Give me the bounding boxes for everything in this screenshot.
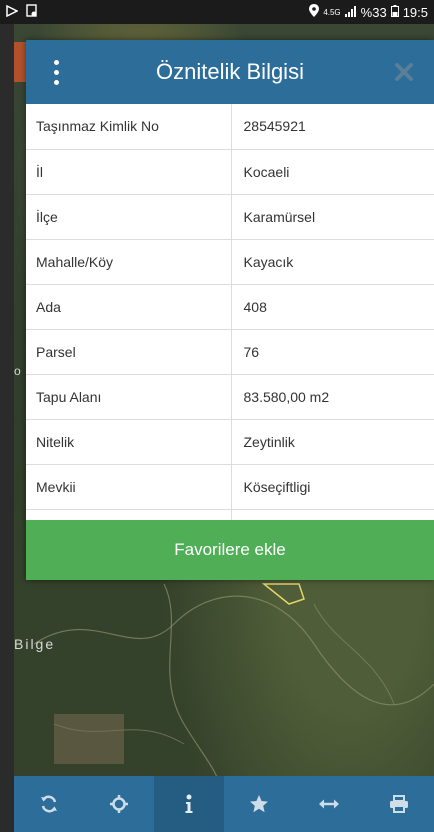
attribute-dialog: Öznitelik Bilgisi Taşınmaz Kimlik No 2854… (26, 40, 434, 580)
dot-icon (53, 59, 59, 65)
measure-icon (319, 799, 339, 809)
notification-icon (26, 4, 38, 20)
map-place-label: Bilge (14, 636, 56, 652)
dialog-title: Öznitelik Bilgisi (156, 59, 304, 84)
attribute-name: İlçe (26, 194, 232, 240)
close-button[interactable] (390, 58, 418, 86)
attribute-value: Kayacık (231, 239, 434, 285)
table-row: Mahalle/Köy Kayacık (26, 239, 434, 285)
network-type: 4.5G (323, 7, 341, 17)
attribute-name: Taşınmaz Kimlik No (26, 104, 232, 150)
attribute-name: Parsel (26, 329, 232, 375)
star-icon (250, 795, 268, 813)
attribute-name: İl (26, 149, 232, 195)
bottom-toolbar (14, 776, 434, 832)
attribute-value: 408 (231, 284, 434, 330)
dot-icon (53, 69, 59, 75)
attribute-name: Ada (26, 284, 232, 330)
table-row: İlçe Karamürsel (26, 194, 434, 240)
play-store-icon (6, 4, 19, 20)
attribute-name: Mevkii (26, 464, 232, 510)
attribute-value: Kocaeli (231, 149, 434, 195)
attribute-table: Taşınmaz Kimlik No 28545921 İl Kocaeli İlçe K… (26, 104, 434, 555)
attribute-value: Köseçiftligi (231, 464, 434, 510)
dot-icon (53, 79, 59, 85)
battery-percent: %33 (360, 4, 387, 20)
print-icon (390, 795, 408, 813)
locate-icon (110, 795, 128, 813)
table-row: Ada 408 (26, 284, 434, 330)
measure-button[interactable] (294, 776, 364, 832)
locate-button[interactable] (84, 776, 154, 832)
more-options-button[interactable] (48, 54, 64, 90)
battery-icon (390, 4, 399, 20)
attribute-value: 28545921 (231, 104, 434, 150)
close-icon (395, 63, 413, 81)
favorites-button[interactable] (224, 776, 294, 832)
status-right: 4.5G %33 19:5 (309, 4, 428, 20)
attribute-name: Mahalle/Köy (26, 239, 232, 285)
signal-icon (344, 5, 357, 20)
status-bar: 4.5G %33 19:5 (0, 0, 434, 24)
map-edge-label: o (14, 364, 21, 378)
attribute-name: Tapu Alanı (26, 374, 232, 420)
table-row: Tapu Alanı 83.580,00 m2 (26, 374, 434, 420)
table-row: Taşınmaz Kimlik No 28545921 (26, 104, 434, 150)
refresh-icon (41, 795, 57, 813)
dialog-header: Öznitelik Bilgisi (26, 40, 434, 104)
info-button[interactable] (154, 776, 224, 832)
table-row: İl Kocaeli (26, 149, 434, 195)
attribute-value: 76 (231, 329, 434, 375)
print-button[interactable] (364, 776, 434, 832)
attribute-name: Nitelik (26, 419, 232, 465)
table-row: Parsel 76 (26, 329, 434, 375)
info-icon (185, 794, 193, 813)
status-left (6, 4, 38, 20)
clock: 19:5 (402, 4, 428, 20)
table-row: Nitelik Zeytinlik (26, 419, 434, 465)
table-row: Mevkii Köseçiftligi (26, 464, 434, 510)
attribute-value: Zeytinlik (231, 419, 434, 465)
add-favorite-button[interactable]: Favorilere ekle (26, 520, 434, 580)
refresh-button[interactable] (14, 776, 84, 832)
app-screen: Bilge o Öznitelik Bilgisi Taşınmaz Kimli… (14, 24, 434, 832)
attribute-value: Karamürsel (231, 194, 434, 240)
attribute-value: 83.580,00 m2 (231, 374, 434, 420)
location-icon (309, 4, 320, 20)
